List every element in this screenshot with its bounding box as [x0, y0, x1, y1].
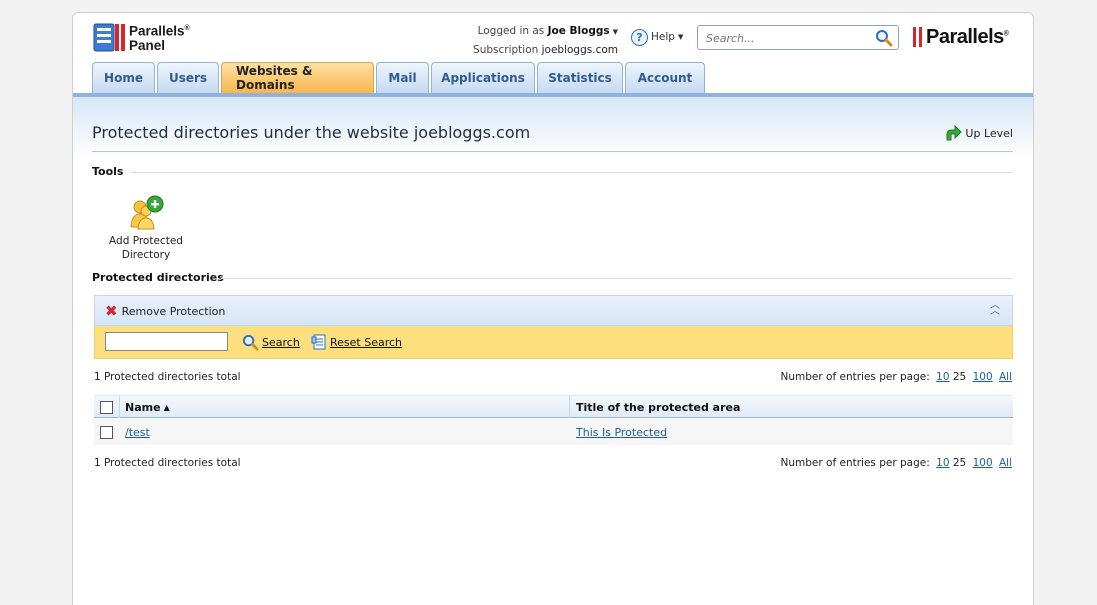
search-input[interactable]	[706, 30, 871, 46]
global-search	[697, 25, 899, 50]
entries-per-page-top: Number of entries per page: 10 25 100 Al…	[781, 371, 1012, 383]
add-protected-directory-label-line1: Add Protected	[109, 235, 183, 247]
chevron-down-icon: ▼	[677, 33, 684, 41]
title-divider	[92, 151, 1013, 152]
logo-icon	[93, 23, 125, 52]
brand-text: Parallels	[926, 25, 1004, 48]
help-menu[interactable]: ? Help ▼	[631, 28, 683, 46]
search-filter-bar: Search Reset Search	[94, 326, 1013, 359]
chevron-down-icon[interactable]: ▼	[613, 28, 618, 36]
per-page-25-current: 25	[952, 457, 967, 469]
user-info: Logged in as Joe Bloggs ▼ Subscription jo…	[453, 22, 618, 59]
per-page-all-link[interactable]: All	[999, 457, 1012, 469]
reset-search-button[interactable]: Reset Search	[311, 334, 402, 350]
parallels-brand-logo: Parallels ®	[913, 25, 1009, 49]
per-page-100-link[interactable]: 100	[973, 457, 993, 469]
per-page-label: Number of entries per page:	[780, 371, 930, 383]
column-separator	[119, 396, 120, 418]
per-page-10-link[interactable]: 10	[936, 457, 949, 469]
parallels-panel-logo[interactable]: Parallels® Panel	[93, 22, 203, 54]
subscription-line: Subscription joebloggs.com	[453, 41, 618, 59]
subscription-domain: joebloggs.com	[541, 44, 618, 56]
per-page-label: Number of entries per page:	[780, 457, 930, 469]
select-all-checkbox-cell	[100, 396, 113, 418]
per-page-100-link[interactable]: 100	[973, 371, 993, 383]
logo-text: Parallels® Panel	[129, 23, 190, 53]
help-icon: ?	[631, 28, 648, 46]
list-toolbar: ✖ Remove Protection ︿ ︿	[94, 295, 1013, 326]
help-label: Help	[651, 31, 675, 43]
tab-statistics[interactable]: Statistics	[537, 62, 623, 93]
brand-bars-icon	[913, 27, 922, 47]
protected-directories-heading: Protected directories	[92, 271, 224, 284]
table-row: /test This Is Protected	[94, 419, 1013, 445]
panel-frame: Parallels® Panel Logged in as Joe Bloggs…	[72, 12, 1034, 605]
search-link[interactable]: Search	[262, 336, 300, 349]
main-tabs: Home Users Websites & Domains Mail Appli…	[92, 62, 707, 93]
select-all-checkbox[interactable]	[100, 400, 113, 414]
logged-in-line[interactable]: Logged in as Joe Bloggs ▼	[453, 22, 618, 41]
collapse-icon[interactable]: ︿ ︿	[990, 301, 1000, 317]
add-protected-directory-button[interactable]: Add Protected Directory	[106, 195, 186, 262]
tab-users[interactable]: Users	[157, 62, 219, 93]
add-protected-directory-label-line2: Directory	[121, 249, 171, 261]
page-title: Protected directories under the website …	[92, 123, 531, 142]
tools-divider	[130, 172, 1013, 173]
directory-name-cell: /test	[125, 419, 150, 445]
title-column-header[interactable]: Title of the protected area	[576, 396, 740, 418]
tab-websites-domains[interactable]: Websites & Domains	[221, 62, 374, 93]
per-page-25-current: 25	[952, 371, 967, 383]
search-icon[interactable]	[875, 29, 893, 47]
up-arrow-icon	[946, 125, 963, 141]
total-count-top: 1 Protected directories total	[94, 371, 241, 383]
protected-area-title-link[interactable]: This Is Protected	[576, 426, 667, 439]
tools-heading: Tools	[92, 165, 124, 178]
tab-mail[interactable]: Mail	[376, 62, 429, 93]
column-separator	[569, 396, 570, 418]
remove-protection-button[interactable]: ✖ Remove Protection	[105, 302, 226, 320]
row-checkbox[interactable]	[100, 425, 113, 439]
row-checkbox-cell	[100, 419, 113, 445]
protected-area-title-cell: This Is Protected	[576, 419, 667, 445]
tab-applications[interactable]: Applications	[431, 62, 535, 93]
search-button[interactable]: Search	[242, 334, 300, 351]
table-header: Name ▲ Title of the protected area	[94, 395, 1013, 418]
remove-protection-label: Remove Protection	[121, 304, 226, 318]
user-name[interactable]: Joe Bloggs	[548, 25, 610, 37]
up-level-label: Up Level	[965, 126, 1013, 140]
add-protected-directory-icon	[128, 195, 164, 231]
directory-name-link[interactable]: /test	[125, 426, 150, 439]
name-column-header[interactable]: Name ▲	[125, 396, 170, 418]
per-page-all-link[interactable]: All	[999, 371, 1012, 383]
entries-per-page-bottom: Number of entries per page: 10 25 100 Al…	[781, 457, 1012, 469]
subscription-label: Subscription	[473, 44, 539, 56]
tab-home[interactable]: Home	[92, 62, 155, 93]
list-search-input[interactable]	[105, 332, 228, 351]
sort-ascending-icon: ▲	[163, 402, 170, 412]
reset-search-icon	[311, 334, 326, 350]
search-icon	[242, 334, 259, 351]
reset-search-link[interactable]: Reset Search	[330, 336, 402, 349]
total-count-bottom: 1 Protected directories total	[94, 457, 241, 469]
tab-account[interactable]: Account	[625, 62, 705, 93]
per-page-10-link[interactable]: 10	[936, 371, 949, 383]
up-level-button[interactable]: Up Level	[944, 125, 1013, 141]
list-divider	[221, 278, 1013, 279]
remove-icon: ✖	[105, 302, 118, 320]
name-column-label: Name	[125, 400, 161, 414]
logged-in-label: Logged in as	[477, 25, 545, 37]
